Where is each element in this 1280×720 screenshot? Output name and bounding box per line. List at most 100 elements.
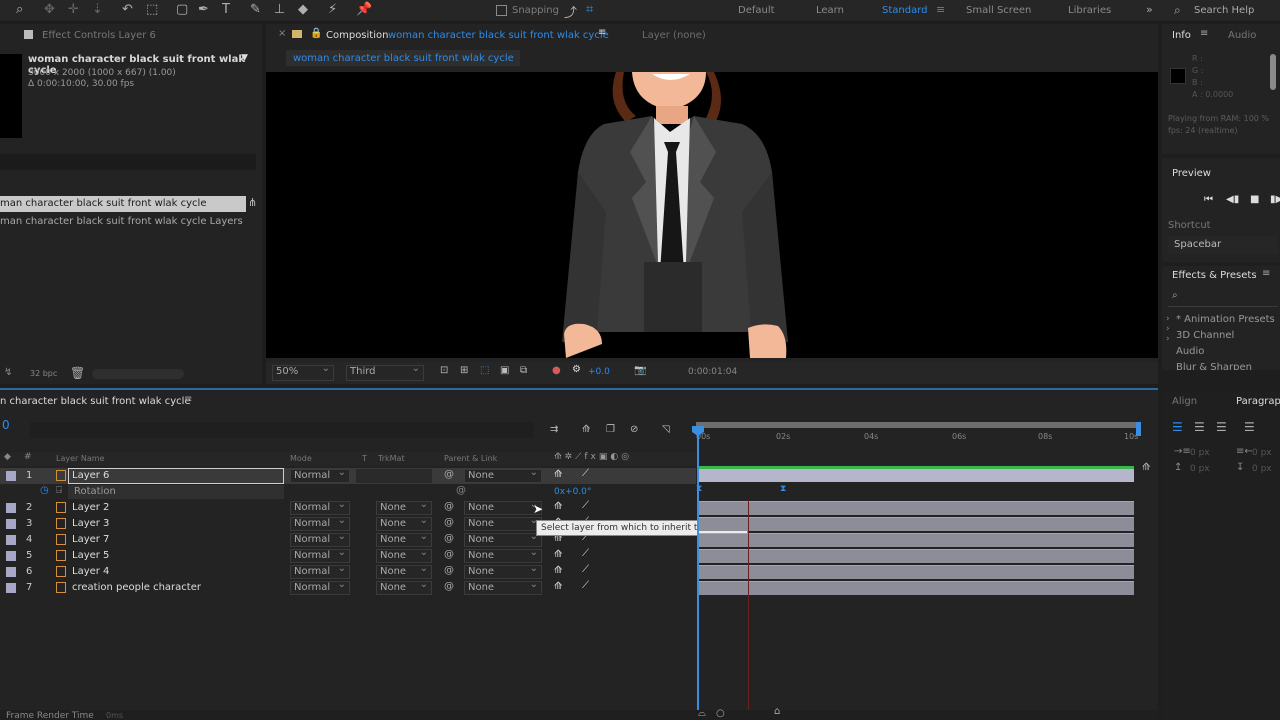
composition-close-icon[interactable]: × (278, 28, 286, 39)
space-before-value[interactable]: 0 px (1190, 464, 1210, 474)
next-frame-icon[interactable]: ▮▶ (1270, 194, 1280, 205)
parent-dropdown[interactable]: None (464, 499, 542, 515)
pen-tool-icon[interactable]: ✒ (198, 2, 209, 17)
guides-icon[interactable]: ▣ (500, 365, 509, 376)
col-mode[interactable]: Mode (290, 454, 312, 463)
pick-whip-icon[interactable]: @ (444, 549, 454, 560)
col-trkmat[interactable]: TrkMat (378, 454, 405, 463)
timeline-search-field[interactable] (30, 422, 534, 438)
exposure-icon[interactable]: ⚙ (572, 364, 581, 375)
rotation-pick-whip-icon[interactable]: @ (456, 485, 466, 496)
transparency-grid-icon[interactable]: ⊞ (460, 365, 468, 376)
comp-dropdown-icon[interactable]: ▼ (241, 53, 248, 63)
quality-switch-icon[interactable]: ⟋ (582, 500, 589, 511)
layer-name[interactable]: Layer 4 (72, 566, 109, 577)
project-item-layers[interactable]: man character black suit front wlak cycl… (0, 216, 243, 227)
visibility-toggle[interactable] (6, 519, 16, 529)
layer-row-7[interactable]: 7 creation people character Normal None @ Non… (0, 579, 696, 596)
zoom-tool-icon[interactable]: ⌕ (16, 2, 23, 17)
preview-title[interactable]: Preview (1172, 168, 1211, 179)
snapping-checkbox[interactable] (496, 5, 507, 16)
trkmat-dropdown[interactable]: None (376, 515, 432, 531)
mask-visibility-icon[interactable]: ⬚ (480, 365, 489, 376)
time-ruler[interactable]: 00s 02s 04s 06s 08s 10s (696, 418, 1142, 448)
motion-blur-icon[interactable]: ⊘ (630, 424, 638, 435)
work-area-end-marker[interactable] (1136, 422, 1141, 436)
stop-icon[interactable]: ■ (1250, 194, 1259, 205)
workspace-default[interactable]: Default (738, 5, 775, 16)
panel-close-icon[interactable] (24, 30, 33, 39)
composition-breadcrumb[interactable]: woman character black suit front wlak cy… (286, 50, 520, 66)
pick-whip-icon[interactable]: @ (444, 517, 454, 528)
channels-icon[interactable]: ⧉ (520, 365, 527, 376)
interpret-footage-icon[interactable]: ↯ (4, 367, 12, 378)
anchor-tool-icon[interactable]: ⇣ (92, 2, 103, 17)
flowchart-icon[interactable]: ⋔ (248, 196, 257, 209)
composition-tab-menu-icon[interactable]: ≡ (598, 27, 606, 38)
shy-switch-icon[interactable]: ⟰ (554, 501, 562, 512)
resolution-dropdown[interactable]: Third (346, 363, 424, 381)
trkmat-dropdown[interactable]: None (376, 579, 432, 595)
brush-tool-icon[interactable]: ✎ (250, 2, 261, 17)
align-tab[interactable]: Align (1172, 396, 1197, 407)
visibility-toggle[interactable] (6, 535, 16, 545)
trkmat-dropdown[interactable]: None (376, 499, 432, 515)
type-tool-icon[interactable]: T (222, 2, 230, 17)
indent-left-value[interactable]: 0 px (1190, 448, 1210, 458)
exposure-value[interactable]: +0.0 (588, 367, 610, 377)
viewer-timecode[interactable]: 0:00:01:04 (688, 367, 737, 377)
col-parent[interactable]: Parent & Link (444, 454, 497, 463)
shy-switch-icon[interactable]: ⟰ (554, 549, 562, 560)
align-left-icon[interactable]: ☰ (1172, 420, 1183, 434)
trkmat-dropdown[interactable]: None (376, 531, 432, 547)
quality-switch-icon[interactable]: ⟋ (582, 548, 589, 559)
trkmat-dropdown[interactable]: None (376, 547, 432, 563)
region-of-interest-icon[interactable]: ⊡ (440, 365, 448, 376)
pick-whip-icon[interactable]: @ (444, 581, 454, 592)
layer-name[interactable]: Layer 5 (72, 550, 109, 561)
playhead-line[interactable] (697, 430, 699, 720)
visibility-toggle[interactable] (6, 583, 16, 593)
project-search-bar[interactable] (0, 154, 256, 170)
space-after-value[interactable]: 0 px (1252, 464, 1272, 474)
composition-tab-prefix[interactable]: Composition (326, 30, 388, 41)
pick-whip-icon[interactable]: @ (444, 565, 454, 576)
rotation-property-row[interactable]: ◷ ⍈ Rotation @ 0x+0.0° (0, 484, 696, 500)
visibility-toggle[interactable] (6, 471, 16, 481)
mode-dropdown[interactable]: Normal (290, 531, 350, 547)
workspace-learn[interactable]: Learn (816, 5, 844, 16)
rotation-value[interactable]: 0x+0.0° (554, 487, 591, 497)
puppet-tool-icon[interactable]: 📌 (356, 2, 372, 17)
paragraph-tab[interactable]: Paragraph (1236, 396, 1280, 407)
pick-whip-icon[interactable]: @ (444, 469, 454, 480)
project-scrollbar[interactable] (92, 369, 184, 379)
layer-name[interactable]: creation people character (72, 582, 201, 593)
parent-dropdown[interactable]: None (464, 515, 542, 531)
mode-dropdown[interactable]: Normal (290, 515, 350, 531)
zoom-out-icon[interactable]: ⌓ (698, 708, 706, 719)
quality-switch-icon[interactable]: ⟋ (582, 580, 589, 591)
mode-dropdown[interactable]: Normal (290, 547, 350, 563)
effects-search-icon[interactable]: ⌕ (1172, 290, 1178, 301)
more-workspaces-icon[interactable]: » (1146, 3, 1153, 16)
bpc-label[interactable]: 32 bpc (30, 369, 57, 378)
visibility-toggle[interactable] (6, 551, 16, 561)
comp-mini-flowchart-icon[interactable]: ⇉ (550, 424, 558, 435)
prev-frame-icon[interactable]: ◀▮ (1226, 194, 1239, 205)
timeline-comp-tab[interactable]: n character black suit front wlak cycle (0, 396, 191, 407)
info-tab[interactable]: Info (1172, 30, 1191, 41)
mode-dropdown[interactable]: Normal (290, 579, 350, 595)
stopwatch-icon[interactable]: ◷ (40, 485, 49, 496)
col-t[interactable]: T (362, 454, 367, 463)
quality-switch-icon[interactable]: ⟋ (582, 468, 589, 479)
first-frame-icon[interactable]: ⏮ (1204, 194, 1213, 205)
layer-row-1[interactable]: 1 Layer 6 Normal @ None ⟰ ⟋ (0, 467, 696, 484)
keyframe-2-icon[interactable]: ⧗ (780, 484, 786, 494)
effects-item-blur[interactable]: Blur & Sharpen (1176, 362, 1252, 370)
col-layer-name[interactable]: Layer Name (56, 454, 104, 463)
snapshot-icon[interactable]: 📷 (634, 365, 646, 376)
rotate-tool-icon[interactable]: ↶ (122, 2, 133, 17)
hand-tool-icon[interactable]: ✥ (44, 2, 55, 17)
search-help-input[interactable]: Search Help (1194, 5, 1254, 16)
workspace-standard[interactable]: Standard (882, 5, 928, 16)
